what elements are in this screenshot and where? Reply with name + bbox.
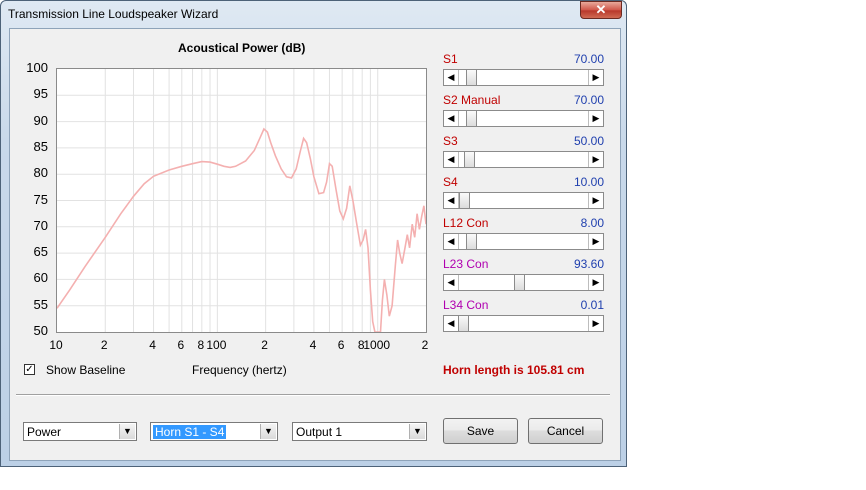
output-select-value: Output 1	[296, 425, 343, 439]
slider-value: 10.00	[573, 175, 604, 189]
scrollbar-thumb[interactable]	[458, 316, 469, 331]
parameter-scrollbar[interactable]: ◀ ▶	[443, 274, 604, 291]
scrollbar-thumb[interactable]	[464, 152, 475, 167]
y-tick-label: 100	[26, 60, 48, 75]
mode-select[interactable]: Power ▼	[23, 422, 137, 441]
scrollbar-thumb[interactable]	[466, 234, 477, 249]
show-baseline-label[interactable]: Show Baseline	[46, 363, 125, 377]
slider-label: L12 Con	[443, 216, 489, 230]
y-tick-label: 50	[33, 323, 48, 338]
save-button[interactable]: Save	[443, 418, 518, 444]
y-tick-label: 75	[33, 191, 48, 207]
range-select[interactable]: Horn S1 - S4 ▼	[150, 422, 278, 441]
slider-label: S3	[443, 134, 458, 148]
check-icon: ✓	[25, 364, 34, 375]
mode-select-value: Power	[27, 425, 62, 439]
chart-title: Acoustical Power (dB)	[178, 41, 306, 55]
show-baseline-checkbox[interactable]: ✓	[24, 364, 35, 375]
slider-value: 70.00	[573, 52, 604, 66]
response-chart	[57, 69, 426, 332]
arrow-left-icon[interactable]: ◀	[444, 111, 459, 126]
slider-label: S2 Manual	[443, 93, 501, 107]
cancel-button[interactable]: Cancel	[528, 418, 603, 444]
close-button[interactable]: ✕	[580, 1, 622, 19]
slider-label: S4	[443, 175, 458, 189]
x-axis-title: Frequency (hertz)	[192, 363, 287, 377]
arrow-right-icon[interactable]: ▶	[588, 275, 603, 290]
window-title: Transmission Line Loudspeaker Wizard	[8, 7, 219, 21]
arrow-right-icon[interactable]: ▶	[588, 152, 603, 167]
y-tick-label: 55	[33, 296, 48, 312]
slider-value: 0.01	[580, 298, 604, 312]
x-tick-label: 100	[206, 338, 227, 352]
slider-value: 50.00	[573, 134, 604, 148]
output-select[interactable]: Output 1 ▼	[292, 422, 427, 441]
arrow-right-icon[interactable]: ▶	[588, 234, 603, 249]
arrow-right-icon[interactable]: ▶	[588, 70, 603, 85]
parameter-scrollbar[interactable]: ◀ ▶	[443, 192, 604, 209]
x-tick-label: 2	[100, 338, 108, 352]
slider-label: L34 Con	[443, 298, 489, 312]
parameter-scrollbar[interactable]: ◀ ▶	[443, 69, 604, 86]
slider-value: 93.60	[573, 257, 604, 271]
x-tick-label: 2	[261, 338, 268, 352]
scrollbar-thumb[interactable]	[459, 193, 470, 208]
y-tick-label: 65	[33, 244, 48, 260]
y-tick-label: 90	[33, 112, 48, 128]
arrow-left-icon[interactable]: ◀	[444, 234, 459, 249]
scrollbar-thumb[interactable]	[514, 275, 525, 290]
arrow-right-icon[interactable]: ▶	[588, 111, 603, 126]
parameter-scrollbar[interactable]: ◀ ▶	[443, 233, 604, 250]
x-tick-label: 10	[49, 338, 63, 352]
slider-value: 70.00	[573, 93, 604, 107]
y-tick-label: 85	[33, 138, 48, 154]
title-bar[interactable]: Transmission Line Loudspeaker Wizard ✕	[1, 1, 626, 28]
slider-label: S1	[443, 52, 458, 66]
separator	[16, 394, 610, 396]
chevron-down-icon[interactable]: ▼	[260, 424, 276, 439]
x-tick-label: 4	[309, 338, 317, 352]
parameter-scrollbar[interactable]: ◀ ▶	[443, 315, 604, 332]
x-tick-label: 2	[421, 338, 429, 352]
range-select-value: Horn S1 - S4	[153, 425, 227, 439]
close-icon: ✕	[595, 2, 607, 17]
y-tick-label: 80	[33, 165, 48, 181]
arrow-right-icon[interactable]: ▶	[588, 193, 603, 208]
x-tick-label: 4	[149, 338, 156, 352]
arrow-left-icon[interactable]: ◀	[444, 152, 459, 167]
plot-area	[56, 68, 427, 333]
parameter-scrollbar[interactable]: ◀ ▶	[443, 151, 604, 168]
arrow-right-icon[interactable]: ▶	[588, 316, 603, 331]
slider-value: 8.00	[580, 216, 604, 230]
scrollbar-thumb[interactable]	[466, 111, 477, 126]
y-tick-label: 60	[33, 270, 48, 286]
scrollbar-thumb[interactable]	[466, 70, 477, 85]
parameter-scrollbar[interactable]: ◀ ▶	[443, 110, 604, 127]
arrow-left-icon[interactable]: ◀	[444, 316, 459, 331]
chevron-down-icon[interactable]: ▼	[409, 424, 425, 439]
arrow-left-icon[interactable]: ◀	[444, 193, 459, 208]
horn-length-readout: Horn length is 105.81 cm	[443, 363, 585, 377]
slider-label: L23 Con	[443, 257, 489, 271]
y-tick-label: 70	[33, 217, 48, 233]
y-tick-label: 95	[33, 86, 48, 102]
arrow-left-icon[interactable]: ◀	[444, 275, 459, 290]
x-tick-label: 1000	[363, 338, 391, 352]
chevron-down-icon[interactable]: ▼	[119, 424, 135, 439]
arrow-left-icon[interactable]: ◀	[444, 70, 459, 85]
